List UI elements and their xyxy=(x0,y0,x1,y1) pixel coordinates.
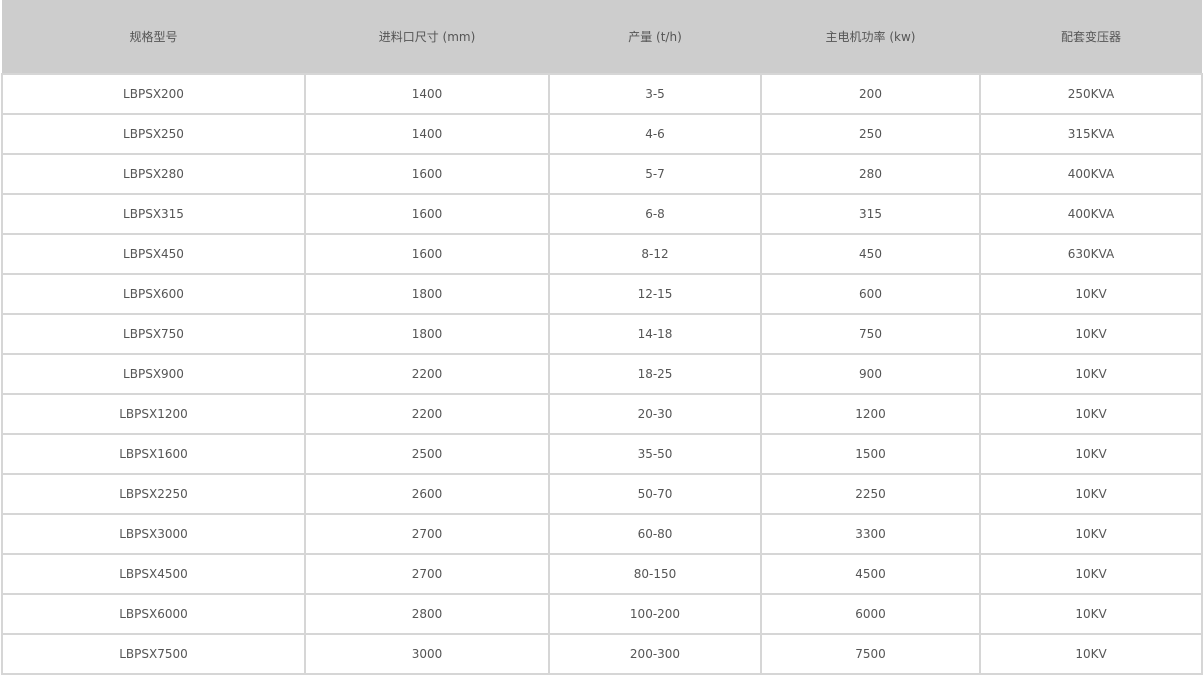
table-row: LBPSX600 1800 12-15 600 10KV xyxy=(1,273,1203,315)
cell-model: LBPSX600 xyxy=(1,273,306,315)
cell-model: LBPSX4500 xyxy=(1,553,306,595)
cell-transformer: 315KVA xyxy=(979,113,1203,155)
table-row: LBPSX2250 2600 50-70 2250 10KV xyxy=(1,473,1203,515)
cell-feed-size: 1800 xyxy=(304,273,550,315)
cell-model: LBPSX7500 xyxy=(1,633,306,675)
cell-feed-size: 1800 xyxy=(304,313,550,355)
cell-capacity: 6-8 xyxy=(548,193,762,235)
cell-feed-size: 1400 xyxy=(304,73,550,115)
cell-transformer: 10KV xyxy=(979,393,1203,435)
table-row: LBPSX200 1400 3-5 200 250KVA xyxy=(1,73,1203,115)
table-row: LBPSX750 1800 14-18 750 10KV xyxy=(1,313,1203,355)
cell-transformer: 10KV xyxy=(979,313,1203,355)
cell-feed-size: 2700 xyxy=(304,513,550,555)
cell-model: LBPSX3000 xyxy=(1,513,306,555)
cell-transformer: 10KV xyxy=(979,633,1203,675)
cell-model: LBPSX200 xyxy=(1,73,306,115)
cell-transformer: 400KVA xyxy=(979,153,1203,195)
cell-motor-power: 7500 xyxy=(760,633,981,675)
cell-motor-power: 1200 xyxy=(760,393,981,435)
cell-model: LBPSX1600 xyxy=(1,433,306,475)
cell-capacity: 100-200 xyxy=(548,593,762,635)
cell-motor-power: 6000 xyxy=(760,593,981,635)
cell-model: LBPSX250 xyxy=(1,113,306,155)
cell-motor-power: 3300 xyxy=(760,513,981,555)
spec-table-header: 规格型号 进料口尺寸 (mm) 产量 (t/h) 主电机功率 (kw) 配套变压… xyxy=(2,0,1202,74)
cell-capacity: 60-80 xyxy=(548,513,762,555)
cell-model: LBPSX450 xyxy=(1,233,306,275)
spec-table-body: LBPSX200 1400 3-5 200 250KVA LBPSX250 1400 4-6 2… xyxy=(1,73,1203,675)
cell-feed-size: 2700 xyxy=(304,553,550,595)
cell-capacity: 18-25 xyxy=(548,353,762,395)
cell-model: LBPSX750 xyxy=(1,313,306,355)
cell-model: LBPSX315 xyxy=(1,193,306,235)
cell-capacity: 200-300 xyxy=(548,633,762,675)
cell-capacity: 4-6 xyxy=(548,113,762,155)
header-row: 规格型号 进料口尺寸 (mm) 产量 (t/h) 主电机功率 (kw) 配套变压… xyxy=(2,0,1202,74)
header-feed-size: 进料口尺寸 (mm) xyxy=(305,0,549,74)
header-transformer: 配套变压器 xyxy=(980,0,1202,74)
cell-capacity: 3-5 xyxy=(548,73,762,115)
cell-model: LBPSX900 xyxy=(1,353,306,395)
cell-capacity: 50-70 xyxy=(548,473,762,515)
cell-motor-power: 280 xyxy=(760,153,981,195)
cell-transformer: 10KV xyxy=(979,593,1203,635)
cell-transformer: 250KVA xyxy=(979,73,1203,115)
cell-motor-power: 450 xyxy=(760,233,981,275)
cell-feed-size: 1600 xyxy=(304,153,550,195)
table-row: LBPSX280 1600 5-7 280 400KVA xyxy=(1,153,1203,195)
cell-feed-size: 2600 xyxy=(304,473,550,515)
header-motor-power: 主电机功率 (kw) xyxy=(761,0,980,74)
cell-motor-power: 4500 xyxy=(760,553,981,595)
cell-feed-size: 2200 xyxy=(304,353,550,395)
cell-capacity: 12-15 xyxy=(548,273,762,315)
cell-model: LBPSX280 xyxy=(1,153,306,195)
cell-capacity: 80-150 xyxy=(548,553,762,595)
cell-transformer: 10KV xyxy=(979,273,1203,315)
table-row: LBPSX900 2200 18-25 900 10KV xyxy=(1,353,1203,395)
cell-transformer: 10KV xyxy=(979,353,1203,395)
cell-motor-power: 1500 xyxy=(760,433,981,475)
table-row: LBPSX315 1600 6-8 315 400KVA xyxy=(1,193,1203,235)
cell-capacity: 8-12 xyxy=(548,233,762,275)
cell-feed-size: 2800 xyxy=(304,593,550,635)
cell-capacity: 5-7 xyxy=(548,153,762,195)
table-row: LBPSX450 1600 8-12 450 630KVA xyxy=(1,233,1203,275)
cell-capacity: 14-18 xyxy=(548,313,762,355)
cell-capacity: 20-30 xyxy=(548,393,762,435)
cell-feed-size: 3000 xyxy=(304,633,550,675)
cell-motor-power: 750 xyxy=(760,313,981,355)
cell-transformer: 10KV xyxy=(979,433,1203,475)
cell-motor-power: 200 xyxy=(760,73,981,115)
spec-table: 规格型号 进料口尺寸 (mm) 产量 (t/h) 主电机功率 (kw) 配套变压… xyxy=(1,0,1203,675)
cell-transformer: 630KVA xyxy=(979,233,1203,275)
cell-model: LBPSX2250 xyxy=(1,473,306,515)
cell-motor-power: 2250 xyxy=(760,473,981,515)
cell-motor-power: 900 xyxy=(760,353,981,395)
table-row: LBPSX250 1400 4-6 250 315KVA xyxy=(1,113,1203,155)
cell-feed-size: 2500 xyxy=(304,433,550,475)
cell-model: LBPSX6000 xyxy=(1,593,306,635)
header-model: 规格型号 xyxy=(2,0,305,74)
table-row: LBPSX6000 2800 100-200 6000 10KV xyxy=(1,593,1203,635)
table-row: LBPSX1600 2500 35-50 1500 10KV xyxy=(1,433,1203,475)
cell-capacity: 35-50 xyxy=(548,433,762,475)
table-row: LBPSX3000 2700 60-80 3300 10KV xyxy=(1,513,1203,555)
cell-motor-power: 315 xyxy=(760,193,981,235)
cell-motor-power: 600 xyxy=(760,273,981,315)
cell-feed-size: 2200 xyxy=(304,393,550,435)
cell-transformer: 400KVA xyxy=(979,193,1203,235)
cell-transformer: 10KV xyxy=(979,473,1203,515)
header-capacity: 产量 (t/h) xyxy=(549,0,761,74)
table-row: LBPSX1200 2200 20-30 1200 10KV xyxy=(1,393,1203,435)
cell-feed-size: 1600 xyxy=(304,233,550,275)
cell-transformer: 10KV xyxy=(979,553,1203,595)
cell-motor-power: 250 xyxy=(760,113,981,155)
table-row: LBPSX4500 2700 80-150 4500 10KV xyxy=(1,553,1203,595)
table-row: LBPSX7500 3000 200-300 7500 10KV xyxy=(1,633,1203,675)
cell-model: LBPSX1200 xyxy=(1,393,306,435)
cell-feed-size: 1400 xyxy=(304,113,550,155)
cell-feed-size: 1600 xyxy=(304,193,550,235)
cell-transformer: 10KV xyxy=(979,513,1203,555)
